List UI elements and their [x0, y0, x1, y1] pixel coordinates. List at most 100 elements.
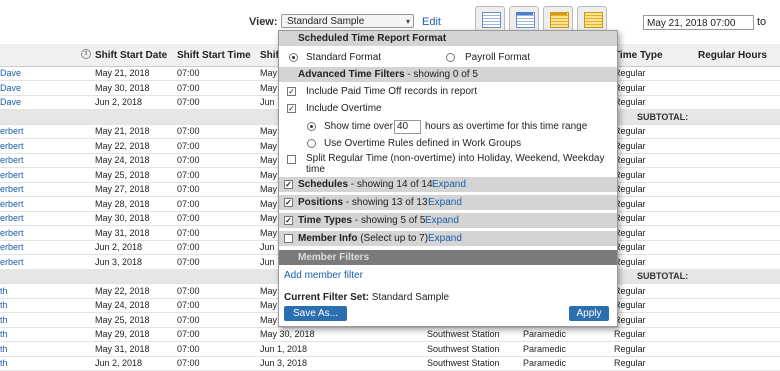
- shift-start-time-cell: 07:00: [177, 97, 200, 107]
- member-name-link[interactable]: erbert: [0, 242, 24, 252]
- schedules-section-header: ✓ Schedules - showing 14 of 14 Expand: [279, 177, 617, 192]
- col-shift-end-date[interactable]: Shif: [260, 50, 279, 61]
- report-filter-dialog: Scheduled Time Report Format Standard Fo…: [278, 30, 618, 327]
- member-name-link[interactable]: erbert: [0, 213, 24, 223]
- member-info-checkbox[interactable]: [284, 234, 293, 243]
- show-time-over-label: Show time over: [324, 121, 393, 132]
- shift-start-time-cell: 07:00: [177, 358, 200, 368]
- time-type-cell: Regular: [614, 126, 646, 136]
- time-types-expand-link[interactable]: Expand: [425, 215, 459, 226]
- member-filters-header: Member Filters: [279, 250, 617, 265]
- view-select-value: Standard Sample: [287, 16, 365, 27]
- schedules-checkbox[interactable]: ✓: [284, 180, 293, 189]
- col-time-type[interactable]: Time Type: [614, 50, 663, 61]
- sort-icon[interactable]: ⇕: [81, 49, 91, 59]
- shift-start-date-cell: May 28, 2018: [95, 198, 150, 209]
- apply-button[interactable]: Apply: [569, 306, 609, 321]
- shift-start-time-cell: 07:00: [177, 82, 200, 93]
- overtime-hours-input[interactable]: 40: [394, 120, 421, 134]
- use-overtime-rules-radio[interactable]: [307, 139, 316, 148]
- save-as-button[interactable]: Save As...: [284, 306, 347, 321]
- shift-end-date-cell: May: [260, 169, 278, 180]
- shift-start-date-cell: Jun 2, 2018: [95, 97, 143, 107]
- positions-expand-link[interactable]: Expand: [428, 197, 462, 208]
- time-type-cell: Regular: [614, 213, 646, 223]
- member-name-link[interactable]: th: [0, 286, 8, 296]
- current-filter-set: Current Filter Set: Standard Sample: [284, 292, 449, 303]
- table-row: th May 29, 2018 07:00 May 30, 2018 Southwest…: [0, 327, 780, 342]
- include-overtime-checkbox[interactable]: ✓: [287, 104, 296, 113]
- member-filters-title: Member Filters: [298, 252, 370, 263]
- shift-start-date-cell: May 27, 2018: [95, 184, 150, 194]
- time-type-cell: Regular: [614, 155, 646, 165]
- payroll-format-radio[interactable]: [446, 53, 455, 62]
- time-type-cell: Regular: [614, 300, 646, 310]
- shift-start-date-cell: May 25, 2018: [95, 169, 150, 180]
- timeline-view-icon[interactable]: [509, 6, 539, 32]
- member-name-link[interactable]: th: [0, 300, 8, 310]
- member-name-link[interactable]: erbert: [0, 155, 24, 165]
- shift-end-date-cell: May: [260, 82, 278, 93]
- member-name-link[interactable]: erbert: [0, 228, 24, 238]
- start-date-input[interactable]: May 21, 2018 07:00: [643, 15, 754, 30]
- view-select[interactable]: Standard Sample ▾: [281, 14, 414, 28]
- to-label: to: [757, 16, 767, 28]
- shift-start-time-cell: 07:00: [177, 285, 200, 296]
- shift-start-time-cell: 07:00: [177, 227, 200, 238]
- shift-start-time-cell: 07:00: [177, 198, 200, 209]
- add-member-filter-link[interactable]: Add member filter: [284, 270, 363, 281]
- shift-start-time-cell: 07:00: [177, 213, 200, 223]
- member-name-link[interactable]: th: [0, 329, 8, 339]
- member-name-link[interactable]: erbert: [0, 199, 24, 209]
- shift-end-date-cell: May: [260, 155, 278, 165]
- position-cell: Paramedic: [523, 329, 567, 339]
- time-type-cell: Regular: [614, 198, 646, 209]
- member-name-link[interactable]: Dave: [0, 97, 21, 107]
- member-name-link[interactable]: erbert: [0, 141, 24, 151]
- include-pto-checkbox[interactable]: ✓: [287, 87, 296, 96]
- member-name-link[interactable]: erbert: [0, 170, 24, 180]
- time-types-checkbox[interactable]: ✓: [284, 216, 293, 225]
- standard-format-radio[interactable]: [289, 53, 298, 62]
- time-types-count: - showing 5 of 5: [352, 215, 426, 226]
- member-info-expand-link[interactable]: Expand: [428, 233, 462, 244]
- shift-start-time-cell: 07:00: [177, 300, 200, 310]
- shift-end-date-cell: May: [260, 314, 278, 325]
- edit-view-link[interactable]: Edit: [422, 16, 441, 28]
- subtotal-label: SUBTOTAL:: [637, 271, 689, 281]
- shift-start-date-cell: May 29, 2018: [95, 329, 150, 339]
- member-name-link[interactable]: Dave: [0, 83, 21, 93]
- col-shift-start-date[interactable]: Shift Start Date: [95, 50, 167, 61]
- shift-start-date-cell: Jun 3, 2018: [95, 256, 143, 267]
- calendar-view-icon[interactable]: [475, 6, 505, 32]
- time-type-cell: Regular: [614, 358, 646, 368]
- split-regular-checkbox[interactable]: [287, 155, 296, 164]
- advanced-filters-header: Advanced Time Filters - showing 0 of 5: [279, 67, 617, 82]
- member-name-link[interactable]: th: [0, 344, 8, 354]
- shift-start-time-cell: 07:00: [177, 126, 200, 136]
- select-arrows-icon: ▾: [405, 17, 410, 26]
- hours-suffix-label: hours as overtime for this time range: [425, 121, 588, 132]
- member-name-link[interactable]: Dave: [0, 68, 21, 78]
- member-name-link[interactable]: erbert: [0, 184, 24, 194]
- shift-start-date-cell: May 30, 2018: [95, 82, 150, 93]
- advanced-filters-title: Advanced Time Filters: [298, 69, 405, 80]
- shift-start-date-cell: May 24, 2018: [95, 155, 150, 165]
- member-name-link[interactable]: th: [0, 358, 8, 368]
- member-name-link[interactable]: erbert: [0, 126, 24, 136]
- show-time-over-radio[interactable]: [307, 122, 316, 131]
- location-cell: Southwest Station: [427, 343, 500, 354]
- col-regular-hours[interactable]: Regular Hours: [698, 50, 767, 61]
- shift-start-date-cell: Jun 2, 2018: [95, 358, 143, 368]
- shift-end-date-cell: May: [260, 198, 278, 209]
- positions-checkbox[interactable]: ✓: [284, 198, 293, 207]
- col-shift-start-time[interactable]: Shift Start Time: [177, 50, 251, 61]
- member-name-link[interactable]: th: [0, 315, 8, 325]
- gold-grid-view-icon[interactable]: [577, 6, 607, 32]
- position-cell: Paramedic: [523, 358, 567, 368]
- member-name-link[interactable]: erbert: [0, 257, 24, 267]
- time-type-cell: Regular: [614, 343, 646, 354]
- shift-start-date-cell: May 22, 2018: [95, 285, 150, 296]
- schedules-expand-link[interactable]: Expand: [432, 179, 466, 190]
- gold-calendar-view-icon[interactable]: [543, 6, 573, 32]
